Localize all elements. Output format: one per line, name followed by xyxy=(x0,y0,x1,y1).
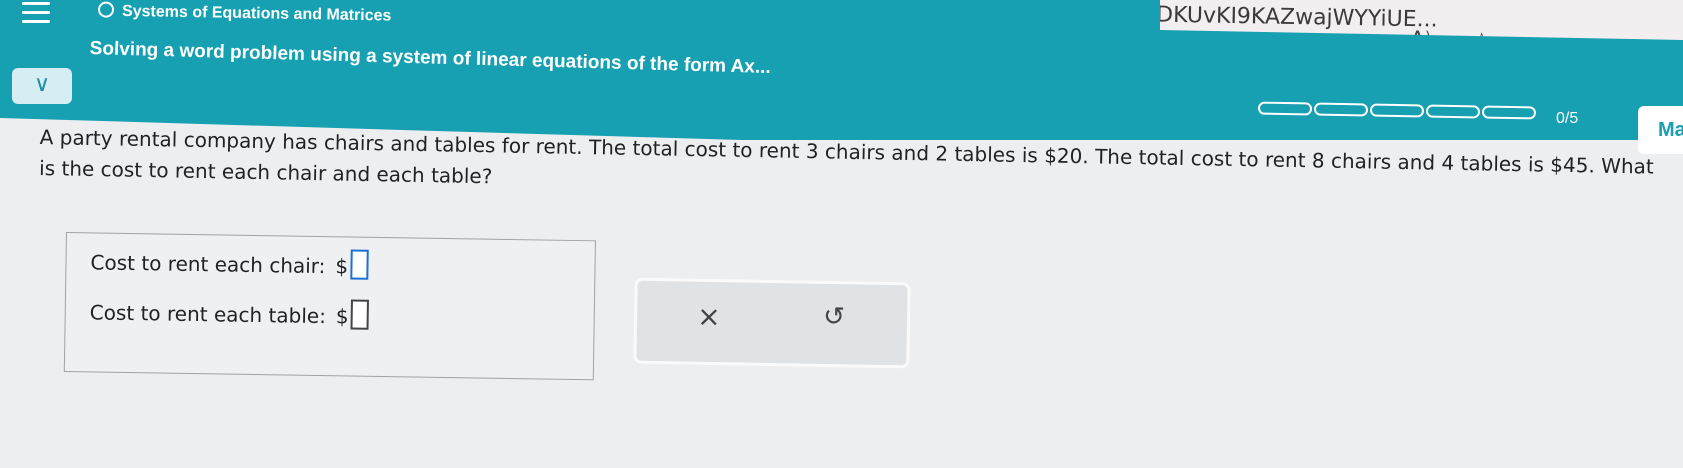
currency-symbol: $ xyxy=(335,254,349,279)
undo-icon[interactable]: ↺ xyxy=(823,302,845,332)
topic-text: Systems of Equations and Matrices xyxy=(121,2,392,25)
action-panel: × ↺ xyxy=(633,277,911,369)
progress-segment xyxy=(1313,102,1369,117)
table-answer-row: Cost to rent each table: $ xyxy=(89,295,369,330)
table-cost-input[interactable] xyxy=(350,299,369,330)
chair-answer-row: Cost to rent each chair: $ xyxy=(90,245,369,280)
table-label: Cost to rent each table: xyxy=(89,300,327,329)
progress-segment xyxy=(1369,103,1425,118)
side-menu-button[interactable]: Ma xyxy=(1638,106,1683,154)
chevron-down-icon[interactable]: ∨ xyxy=(12,68,72,104)
topic-circle-icon xyxy=(97,1,115,18)
answer-box: Cost to rent each chair: $ Cost to rent e… xyxy=(63,232,596,381)
progress-segment xyxy=(1257,101,1313,116)
progress-segment xyxy=(1481,105,1537,120)
chair-label: Cost to rent each chair: xyxy=(90,250,326,279)
progress-count: 0/5 xyxy=(1556,110,1579,127)
hamburger-menu-icon[interactable] xyxy=(22,2,50,29)
chair-cost-input[interactable] xyxy=(349,249,369,280)
clear-button[interactable]: × xyxy=(697,300,721,333)
currency-symbol: $ xyxy=(335,304,349,329)
progress-segment xyxy=(1425,104,1481,119)
